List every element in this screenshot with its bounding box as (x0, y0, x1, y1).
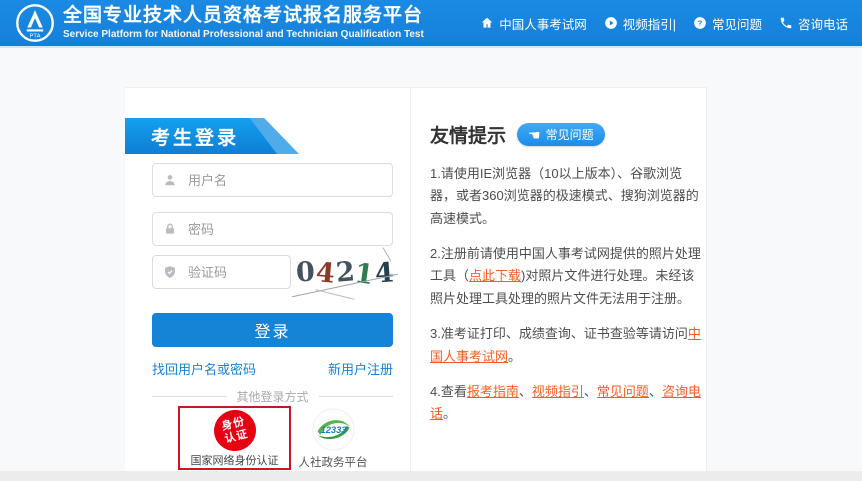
hand-pointer-icon: ☚ (528, 128, 541, 142)
site-title: 全国专业技术人员资格考试报名服务平台 (63, 5, 424, 27)
video-guide-link[interactable]: 视频指引 (532, 384, 584, 399)
login-aux-links: 找回用户名或密码 新用户注册 (152, 359, 393, 378)
exam-guide-link[interactable]: 报考指南 (467, 384, 519, 399)
main-card: 考生登录 0 4 2 1 4 登录 找回用户名或密码 新用户注册 其他登录方 (125, 87, 707, 473)
phone-icon (779, 16, 793, 30)
tips-panel: 友情提示 ☚ 常见问题 1.请使用IE浏览器（10以上版本）、谷歌浏览器，或者3… (430, 121, 704, 426)
national-id-auth-label: 国家网络身份认证 (191, 452, 279, 468)
nav-item-faq[interactable]: ? 常见问题 (693, 14, 762, 33)
password-input[interactable] (186, 221, 382, 238)
login-panel-header: 考生登录 (125, 118, 303, 154)
footer-strip (0, 471, 862, 481)
play-icon (604, 16, 618, 30)
national-id-auth-method[interactable]: 身份 认证 国家网络身份认证 (178, 406, 291, 470)
other-methods-label: 其他登录方式 (237, 388, 309, 405)
nav-label: 中国人事考试网 (499, 14, 587, 33)
captcha-image[interactable]: 0 4 2 1 4 (297, 251, 393, 293)
captcha-field[interactable] (152, 255, 291, 289)
tip-item-4: 4.查看报考指南、视频指引、常见问题、咨询电话。 (430, 381, 704, 426)
forgot-password-link[interactable]: 找回用户名或密码 (152, 359, 256, 378)
divider-line (152, 396, 227, 397)
identity-seal-icon: 身份 认证 (209, 406, 260, 456)
captcha-digit: 4 (374, 257, 395, 289)
other-methods-divider: 其他登录方式 (152, 388, 393, 405)
faq-link[interactable]: 常见问题 (597, 384, 649, 399)
header-nav: 中国人事考试网 视频指引| ? 常见问题 咨询电话 (480, 14, 848, 33)
captcha-noise (315, 289, 354, 300)
gov-logo-text: 12333 (320, 425, 347, 435)
tip-text: 。 (443, 406, 456, 421)
tips-title: 友情提示 (430, 121, 506, 148)
tip-item-3: 3.准考证打印、成绩查询、证书查验等请访问中国人事考试网。 (430, 323, 704, 368)
svg-text:?: ? (698, 19, 703, 28)
faq-pill-label: 常见问题 (546, 126, 594, 143)
app-header: PTA 全国专业技术人员资格考试报名服务平台 Service Platform … (0, 0, 862, 48)
gov-platform-label: 人社政务平台 (299, 454, 368, 470)
tip-text: 、 (519, 384, 532, 399)
tips-header: 友情提示 ☚ 常见问题 (430, 121, 704, 148)
nav-label: 视频指引| (623, 14, 676, 33)
nav-item-exam-site[interactable]: 中国人事考试网 (480, 14, 587, 33)
tip-item-1: 1.请使用IE浏览器（10以上版本）、谷歌浏览器，或者360浏览器的极速模式、搜… (430, 163, 704, 230)
tip-text: 1.请使用IE浏览器（10以上版本）、谷歌浏览器，或者360浏览器的极速模式、搜… (430, 166, 699, 226)
user-icon (163, 173, 177, 187)
download-photo-tool-link[interactable]: 点此下载 (469, 268, 521, 283)
tip-text: 、 (584, 384, 597, 399)
tip-item-2: 2.注册前请使用中国人事考试网提供的照片处理工具（点此下载)对照片文件进行处理。… (430, 243, 704, 310)
lock-icon (163, 222, 177, 236)
tip-text: 。 (508, 349, 521, 364)
nav-item-hotline[interactable]: 咨询电话 (779, 14, 848, 33)
password-field[interactable] (152, 212, 393, 246)
tip-text: 3.准考证打印、成绩查询、证书查验等请访问 (430, 326, 688, 341)
gov-platform-method[interactable]: 12333 人社政务平台 (298, 407, 368, 470)
tip-text: 、 (649, 384, 662, 399)
site-logo-icon: PTA (15, 3, 55, 43)
shield-icon (163, 265, 177, 279)
nav-item-video-guide[interactable]: 视频指引| (604, 14, 676, 33)
site-title-block: 全国专业技术人员资格考试报名服务平台 Service Platform for … (63, 5, 424, 40)
faq-pill-button[interactable]: ☚ 常见问题 (517, 123, 605, 146)
site-subtitle: Service Platform for National Profession… (63, 29, 424, 41)
gov-12333-logo-icon: 12333 (311, 407, 356, 452)
question-icon: ? (693, 16, 707, 30)
register-link[interactable]: 新用户注册 (328, 359, 393, 378)
captcha-digit: 1 (353, 257, 376, 290)
username-field[interactable] (152, 163, 393, 197)
captcha-digit: 4 (314, 257, 335, 290)
tip-text: 4.查看 (430, 384, 467, 399)
svg-text:PTA: PTA (29, 34, 40, 40)
nav-label: 咨询电话 (798, 14, 848, 33)
captcha-input[interactable] (186, 264, 280, 281)
home-icon (480, 16, 494, 30)
divider-line (319, 396, 394, 397)
login-button[interactable]: 登录 (152, 313, 393, 347)
captcha-digit: 0 (295, 256, 315, 288)
username-input[interactable] (186, 172, 382, 189)
card-divider (410, 88, 411, 472)
nav-label: 常见问题 (712, 14, 762, 33)
